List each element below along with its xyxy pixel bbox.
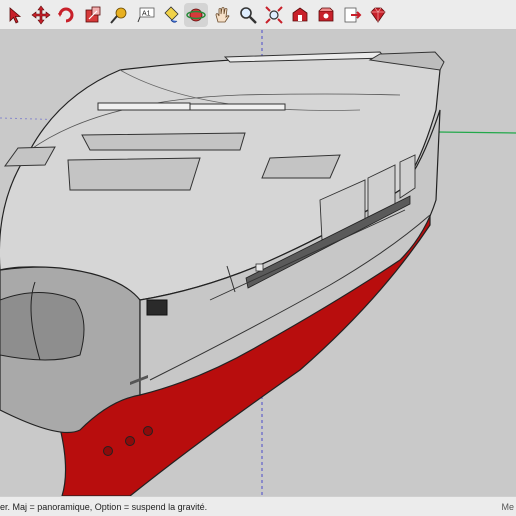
orbit-icon [186,8,206,22]
tape-measure-icon [110,7,127,24]
select-tool-button[interactable] [4,3,28,27]
extension-warehouse-tool-button[interactable] [314,3,338,27]
zoom-tool-button[interactable] [236,3,260,27]
ruby-gem-icon [370,7,386,23]
move-tool-button[interactable] [29,3,53,27]
zoom-extents-tool-button[interactable] [262,3,286,27]
porthole-box [146,299,168,316]
status-hint-text: er. Maj = panoramique, Option = suspend … [0,502,208,512]
roof-vent [97,102,191,111]
text-icon: A1 [137,7,155,23]
paint-bucket-tool-button[interactable] [159,3,183,27]
scale-icon [85,6,101,23]
pan-tool-button[interactable] [210,3,234,27]
3d-viewport[interactable] [0,30,516,496]
zoom-extents-icon [265,6,283,24]
scale-tool-button[interactable] [81,3,105,27]
send-to-layout-icon [344,7,362,23]
warehouse-tool-button[interactable] [288,3,312,27]
orbit-tool-button[interactable] [184,3,208,27]
extension-warehouse-icon [318,7,334,22]
svg-text:A1: A1 [142,11,151,18]
magnifier-icon [240,7,257,24]
send-to-layout-tool-button[interactable] [340,3,364,27]
hand-icon [215,7,230,23]
move-arrows-icon [31,5,51,25]
tape-measure-tool-button[interactable] [107,3,131,27]
extension-manager-tool-button[interactable] [366,3,390,27]
text-tool-button[interactable]: A1 [134,3,158,27]
rotate-icon [58,7,74,23]
measurements-label: Me [501,502,514,512]
select-arrow-icon [9,7,22,24]
status-bar: er. Maj = panoramique, Option = suspend … [0,496,516,516]
paint-bucket-icon [164,6,179,23]
toolbar: A1 [0,0,516,30]
warehouse-icon [292,7,308,22]
rotate-tool-button[interactable] [54,3,78,27]
